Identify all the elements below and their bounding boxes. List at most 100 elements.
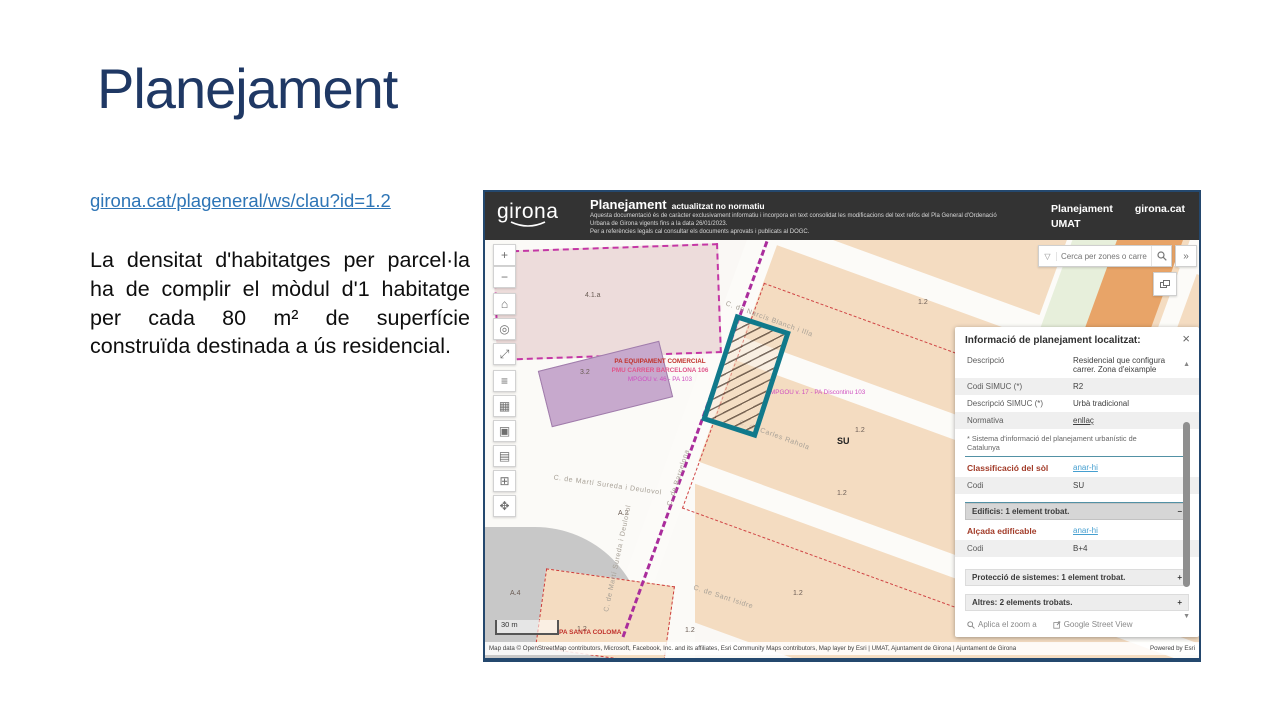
section-title: Alçada edificable (967, 526, 1067, 536)
map-app-header: girona Planejament actualitzat no normati… (485, 192, 1199, 240)
expand-panel-button[interactable]: » (1175, 245, 1197, 267)
proteccio-section-header[interactable]: Protecció de sistemes: 1 element trobat.… (965, 569, 1189, 586)
disclaimer-line-1: Aquesta documentació és de caràcter excl… (590, 213, 1010, 229)
zoom-in-button[interactable]: + (493, 244, 516, 266)
parcel-label-41a: 4.1.a (585, 292, 601, 299)
zone-code-label: 1.2 (793, 590, 803, 597)
table-row: Codi SIMUC (*) R2 (955, 378, 1199, 395)
girona-plageneral-link[interactable]: girona.cat/plageneral/ws/clau?id=1.2 (90, 190, 391, 212)
header-gironacat-link[interactable]: girona.cat (1135, 202, 1185, 232)
locate-icon: ◎ (499, 322, 509, 336)
table-row: Codi SU (955, 477, 1199, 494)
powered-by-text: Powered by Esri (1150, 645, 1195, 652)
close-icon[interactable]: × (1182, 332, 1190, 345)
legend-button[interactable]: ≡ (493, 370, 516, 392)
duplicate-view-button[interactable] (1153, 272, 1177, 296)
street-view-label: Google Street View (1064, 620, 1133, 629)
row-label: Normativa (967, 416, 1067, 425)
map-app-title-text: Planejament (590, 197, 667, 212)
overlapping-pages-icon (1160, 280, 1170, 289)
zone-code-label: 1.2 (855, 427, 865, 434)
measure-icon: ⊞ (499, 474, 509, 488)
zoom-out-button[interactable]: − (493, 266, 516, 288)
map-pink-parcel (493, 243, 722, 361)
apply-zoom-action[interactable]: Aplica el zoom a (967, 620, 1037, 629)
zoom-to-icon (967, 621, 975, 629)
print-button[interactable]: ▤ (493, 445, 516, 467)
double-chevron-icon: » (1183, 251, 1189, 262)
attribution-text: Map data © OpenStreetMap contributors, M… (489, 645, 1016, 652)
map-app-subtitle: actualitzat no normatiu (672, 201, 765, 211)
anar-hi-link[interactable]: anar-hi (1073, 463, 1169, 473)
expand-icon: + (1177, 598, 1182, 607)
girona-logo-text: girona (497, 200, 558, 223)
row-label: Descripció SIMUC (*) (967, 399, 1067, 408)
header-planejament-link[interactable]: Planejament (1051, 202, 1113, 217)
layers-button[interactable]: ▣ (493, 420, 516, 442)
google-street-view-action[interactable]: Google Street View (1053, 620, 1133, 629)
attribution-bar: Map data © OpenStreetMap contributors, M… (485, 642, 1199, 655)
minus-icon: − (501, 270, 508, 284)
scroll-down-icon[interactable]: ▼ (1183, 613, 1190, 620)
row-label: Codi SIMUC (*) (967, 382, 1067, 391)
menu-icon: ≡ (501, 374, 508, 388)
external-link-icon (1053, 621, 1061, 629)
measure-button[interactable]: ⊞ (493, 470, 516, 492)
girona-logo: girona (497, 200, 558, 229)
header-umat-link[interactable]: UMAT (1051, 217, 1113, 232)
map-app-title: Planejament actualitzat no normatiu (590, 197, 765, 212)
panel-scrollbar[interactable] (1183, 422, 1190, 587)
apply-zoom-label: Aplica el zoom a (978, 620, 1037, 629)
basemap-grid-icon: ▦ (499, 399, 510, 413)
mpgou-17-label: MPGOU v. 17 - PA Discontinu 103 (770, 389, 865, 396)
panel-footnote: * Sistema d'informació del planejament u… (955, 429, 1199, 456)
table-row: Descripció SIMUC (*) Urbà tradicional (955, 395, 1199, 412)
row-label: Codi (967, 544, 1067, 553)
row-value: B+4 (1073, 544, 1169, 553)
row-value: Urbà tradicional (1073, 399, 1169, 408)
print-icon: ▤ (499, 449, 510, 463)
layers-icon: ▣ (499, 424, 510, 438)
map-app-screenshot: 4.1.a 3.2 A.2 A.4 SU 1.2 1.2 1.2 1.2 1.2… (483, 190, 1201, 662)
expand-icon: + (1177, 573, 1182, 582)
row-value: SU (1073, 481, 1169, 490)
basemap-gallery-button[interactable]: ▦ (493, 395, 516, 417)
zone-code-label: 1.2 (918, 299, 928, 306)
row-label: Codi (967, 481, 1067, 490)
section-title: Classificació del sòl (967, 463, 1067, 473)
table-row: Classificació del sòl anar-hi (955, 457, 1199, 477)
search-input[interactable] (1057, 252, 1151, 261)
plus-icon: + (501, 248, 508, 262)
panel-footer: Aplica el zoom a Google Street View (955, 611, 1199, 638)
header-right-links: Planejament UMAT girona.cat (1051, 202, 1185, 232)
home-button[interactable]: ⌂ (493, 293, 516, 315)
pa-equipament-label: PA EQUIPAMENT COMERCIAL (580, 358, 740, 367)
section-header-label: Protecció de sistemes: 1 element trobat. (972, 573, 1125, 582)
map-app-disclaimer: Aquesta documentació és de caràcter excl… (590, 213, 1010, 236)
locate-button[interactable]: ◎ (493, 318, 516, 340)
edificis-section-header[interactable]: Edificis: 1 element trobat. − (965, 503, 1189, 520)
section-header-label: Edificis: 1 element trobat. (972, 507, 1069, 516)
altres-section-header[interactable]: Altres: 2 elements trobats. + (965, 594, 1189, 611)
row-value: Residencial que configura carrer. Zona d… (1073, 356, 1169, 374)
row-value: R2 (1073, 382, 1169, 391)
scale-bar: 30 m (495, 620, 559, 635)
normativa-link[interactable]: enllaç (1073, 416, 1169, 425)
anar-hi-link[interactable]: anar-hi (1073, 526, 1169, 536)
fullscreen-button[interactable]: ⤢ (493, 343, 516, 365)
scroll-up-icon[interactable]: ▲ (1183, 361, 1190, 368)
section-header-label: Altres: 2 elements trobats. (972, 598, 1072, 607)
info-panel: Informació de planejament localitzat: × … (955, 327, 1199, 637)
info-panel-title: Informació de planejament localitzat: (955, 327, 1199, 352)
table-row: Alçada edificable anar-hi (955, 520, 1199, 540)
filter-dropdown-icon[interactable]: ▽ (1039, 252, 1057, 261)
zone-code-label: 1.2 (685, 627, 695, 634)
table-row: Descripció Residencial que configura car… (955, 352, 1199, 378)
search-bar: ▽ (1038, 245, 1172, 267)
pa-santa-coloma-label: PA SANTA COLOMA (559, 629, 621, 636)
disclaimer-line-2: Per a referències legals cal consultar e… (590, 229, 1010, 237)
pan-button[interactable]: ✥ (493, 495, 516, 517)
search-icon[interactable] (1151, 246, 1171, 266)
page-title: Planejament (97, 56, 397, 121)
parcel-label-su: SU (837, 436, 850, 446)
